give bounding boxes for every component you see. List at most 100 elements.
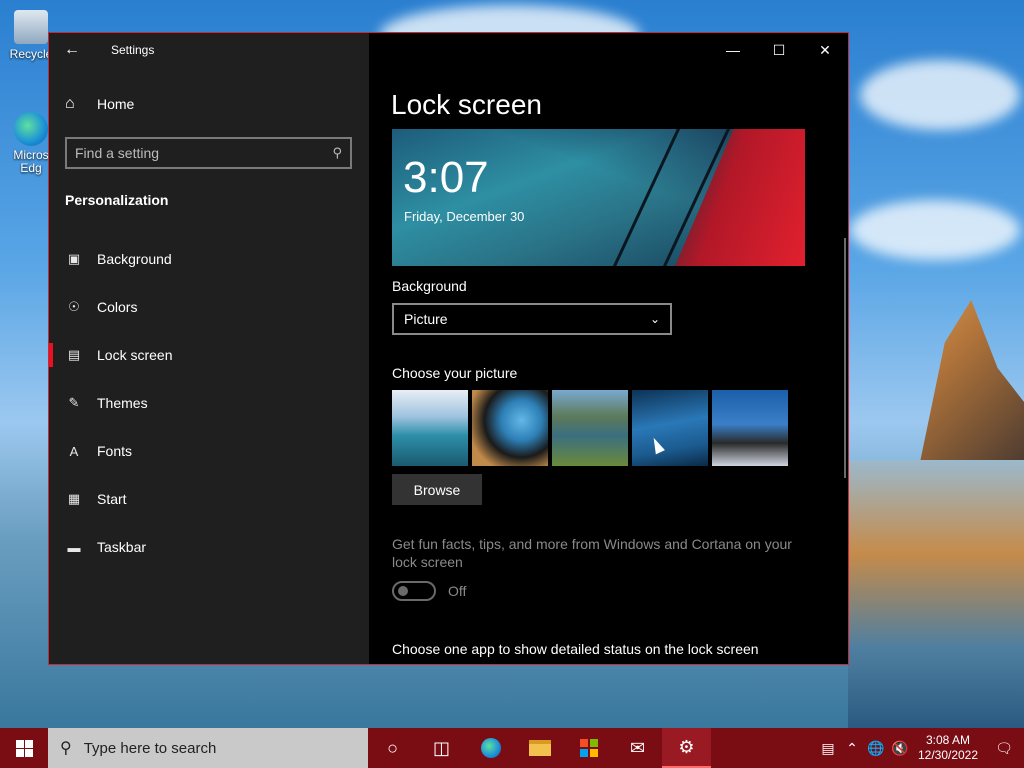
detailed-status-label: Choose one app to show detailed status o…	[392, 641, 759, 657]
back-button[interactable]: ←	[49, 33, 95, 67]
edge-button[interactable]	[466, 728, 515, 768]
toggle-knob	[398, 586, 408, 596]
minimize-button[interactable]: —	[710, 33, 756, 67]
task-view-button[interactable]: ◫	[417, 728, 466, 768]
settings-button[interactable]: ⚙	[662, 728, 711, 768]
picture-thumbnail-1[interactable]	[392, 390, 468, 466]
picture-thumbnails	[392, 390, 788, 466]
clock-date: 12/30/2022	[917, 748, 979, 762]
store-button[interactable]	[564, 728, 613, 768]
file-explorer-button[interactable]	[515, 728, 564, 768]
search-input[interactable]	[75, 145, 333, 161]
settings-window: ← Settings ⌂ Home ⚲ Personalization ▣ Ba…	[48, 32, 849, 665]
sidebar-item-label: Fonts	[97, 443, 133, 459]
sidebar-item-themes[interactable]: ✎ Themes	[49, 379, 369, 427]
home-link[interactable]: ⌂ Home	[65, 95, 134, 113]
sidebar-item-lock-screen[interactable]: ▤ Lock screen	[49, 331, 369, 379]
news-icon[interactable]: ▤	[816, 740, 840, 757]
palette-icon: ☉	[68, 299, 80, 314]
sidebar-item-label: Taskbar	[97, 539, 147, 555]
background-label: Background	[392, 278, 467, 294]
lock-screen-icon: ▤	[67, 347, 81, 362]
mail-button[interactable]: ✉	[613, 728, 662, 768]
maximize-icon: ☐	[772, 41, 786, 58]
volume-muted-icon[interactable]: 🔇	[888, 740, 912, 757]
taskbar-search[interactable]: ⚲ Type here to search	[48, 728, 368, 768]
preview-time: 3:07	[403, 153, 489, 202]
section-title: Personalization	[65, 192, 169, 208]
clock[interactable]: 3:08 AM 12/30/2022	[912, 733, 984, 763]
taskbar-icon: ▬	[67, 539, 81, 555]
picture-thumbnail-3[interactable]	[552, 390, 628, 466]
home-icon: ⌂	[65, 95, 75, 112]
fonts-icon: A	[69, 443, 79, 459]
minimize-icon: —	[726, 42, 740, 58]
background-dropdown[interactable]: Picture ⌄	[392, 303, 672, 335]
sidebar-item-background[interactable]: ▣ Background	[49, 235, 369, 283]
chevron-up-icon[interactable]: ⌃	[840, 740, 864, 757]
close-icon: ✕	[819, 41, 831, 58]
cloud	[850, 200, 1020, 260]
clock-time: 3:08 AM	[925, 733, 971, 747]
page-title: Lock screen	[391, 89, 542, 120]
cortana-icon: ○	[387, 737, 398, 758]
taskbar-search-placeholder: Type here to search	[83, 739, 217, 757]
store-icon	[579, 739, 598, 757]
windows-logo-icon	[15, 739, 33, 757]
edge-icon	[14, 112, 48, 146]
tips-description: Get fun facts, tips, and more from Windo…	[392, 536, 792, 570]
sidebar-item-start[interactable]: ▦ Start	[49, 475, 369, 523]
edge-icon	[480, 738, 501, 758]
chevron-down-icon: ⌄	[649, 312, 660, 326]
start-button[interactable]	[0, 728, 48, 768]
search-icon: ⚲	[60, 740, 72, 757]
sidebar-nav: ▣ Background ☉ Colors ▤ Lock screen ✎ Th…	[49, 235, 369, 571]
lock-screen-preview: 3:07 Friday, December 30	[392, 129, 805, 266]
picture-thumbnail-4[interactable]	[632, 390, 708, 466]
taskbar: ⚲ Type here to search ○ ◫ ✉ ⚙ ▤ ⌃ 🌐 🔇 3:…	[0, 728, 1024, 768]
file-explorer-icon	[528, 740, 551, 756]
window-title: Settings	[111, 43, 155, 57]
recycle-bin-icon	[14, 10, 48, 44]
picture-thumbnail-2[interactable]	[472, 390, 548, 466]
picture-icon: ▣	[67, 251, 81, 266]
water-reflection	[848, 460, 1024, 728]
home-label: Home	[97, 96, 135, 112]
sidebar-item-colors[interactable]: ☉ Colors	[49, 283, 369, 331]
tips-toggle[interactable]	[392, 581, 436, 601]
find-setting-search: ⚲	[65, 137, 352, 169]
sidebar-item-label: Themes	[97, 395, 148, 411]
system-tray: ▤ ⌃ 🌐 🔇 3:08 AM 12/30/2022 🗨	[816, 728, 1024, 768]
search-icon[interactable]: ⚲	[332, 145, 342, 161]
network-icon[interactable]: 🌐	[864, 740, 888, 757]
sidebar-item-label: Lock screen	[97, 347, 173, 363]
content-pane: — ☐ ✕ Lock screen 3:07 Friday, December …	[369, 33, 848, 664]
preview-date: Friday, December 30	[404, 209, 525, 224]
sidebar-item-taskbar[interactable]: ▬ Taskbar	[49, 523, 369, 571]
close-button[interactable]: ✕	[802, 33, 848, 67]
sidebar-item-label: Start	[97, 491, 127, 507]
sidebar-item-label: Colors	[97, 299, 138, 315]
window-controls: — ☐ ✕	[710, 33, 848, 67]
sidebar-item-label: Background	[97, 251, 172, 267]
mail-icon: ✉	[629, 737, 646, 758]
rock-formation	[918, 300, 1024, 470]
sidebar-item-fonts[interactable]: A Fonts	[49, 427, 369, 475]
cloud	[860, 60, 1020, 130]
themes-icon: ✎	[68, 395, 80, 410]
picture-thumbnail-5[interactable]	[712, 390, 788, 466]
start-icon: ▦	[67, 491, 81, 506]
choose-picture-label: Choose your picture	[392, 365, 518, 381]
browse-button[interactable]: Browse	[392, 474, 482, 505]
title-bar: ← Settings	[49, 33, 369, 67]
settings-icon: ⚙	[678, 736, 695, 757]
maximize-button[interactable]: ☐	[756, 33, 802, 67]
toggle-state-label: Off	[448, 583, 467, 599]
task-view-icon: ◫	[432, 737, 450, 758]
sidebar: ← Settings ⌂ Home ⚲ Personalization ▣ Ba…	[49, 33, 369, 664]
notifications-icon[interactable]: 🗨	[984, 740, 1024, 757]
background-selected-value: Picture	[404, 311, 448, 327]
cortana-button[interactable]: ○	[368, 728, 417, 768]
content-scrollbar[interactable]	[844, 238, 846, 478]
back-arrow-icon: ←	[64, 41, 80, 58]
